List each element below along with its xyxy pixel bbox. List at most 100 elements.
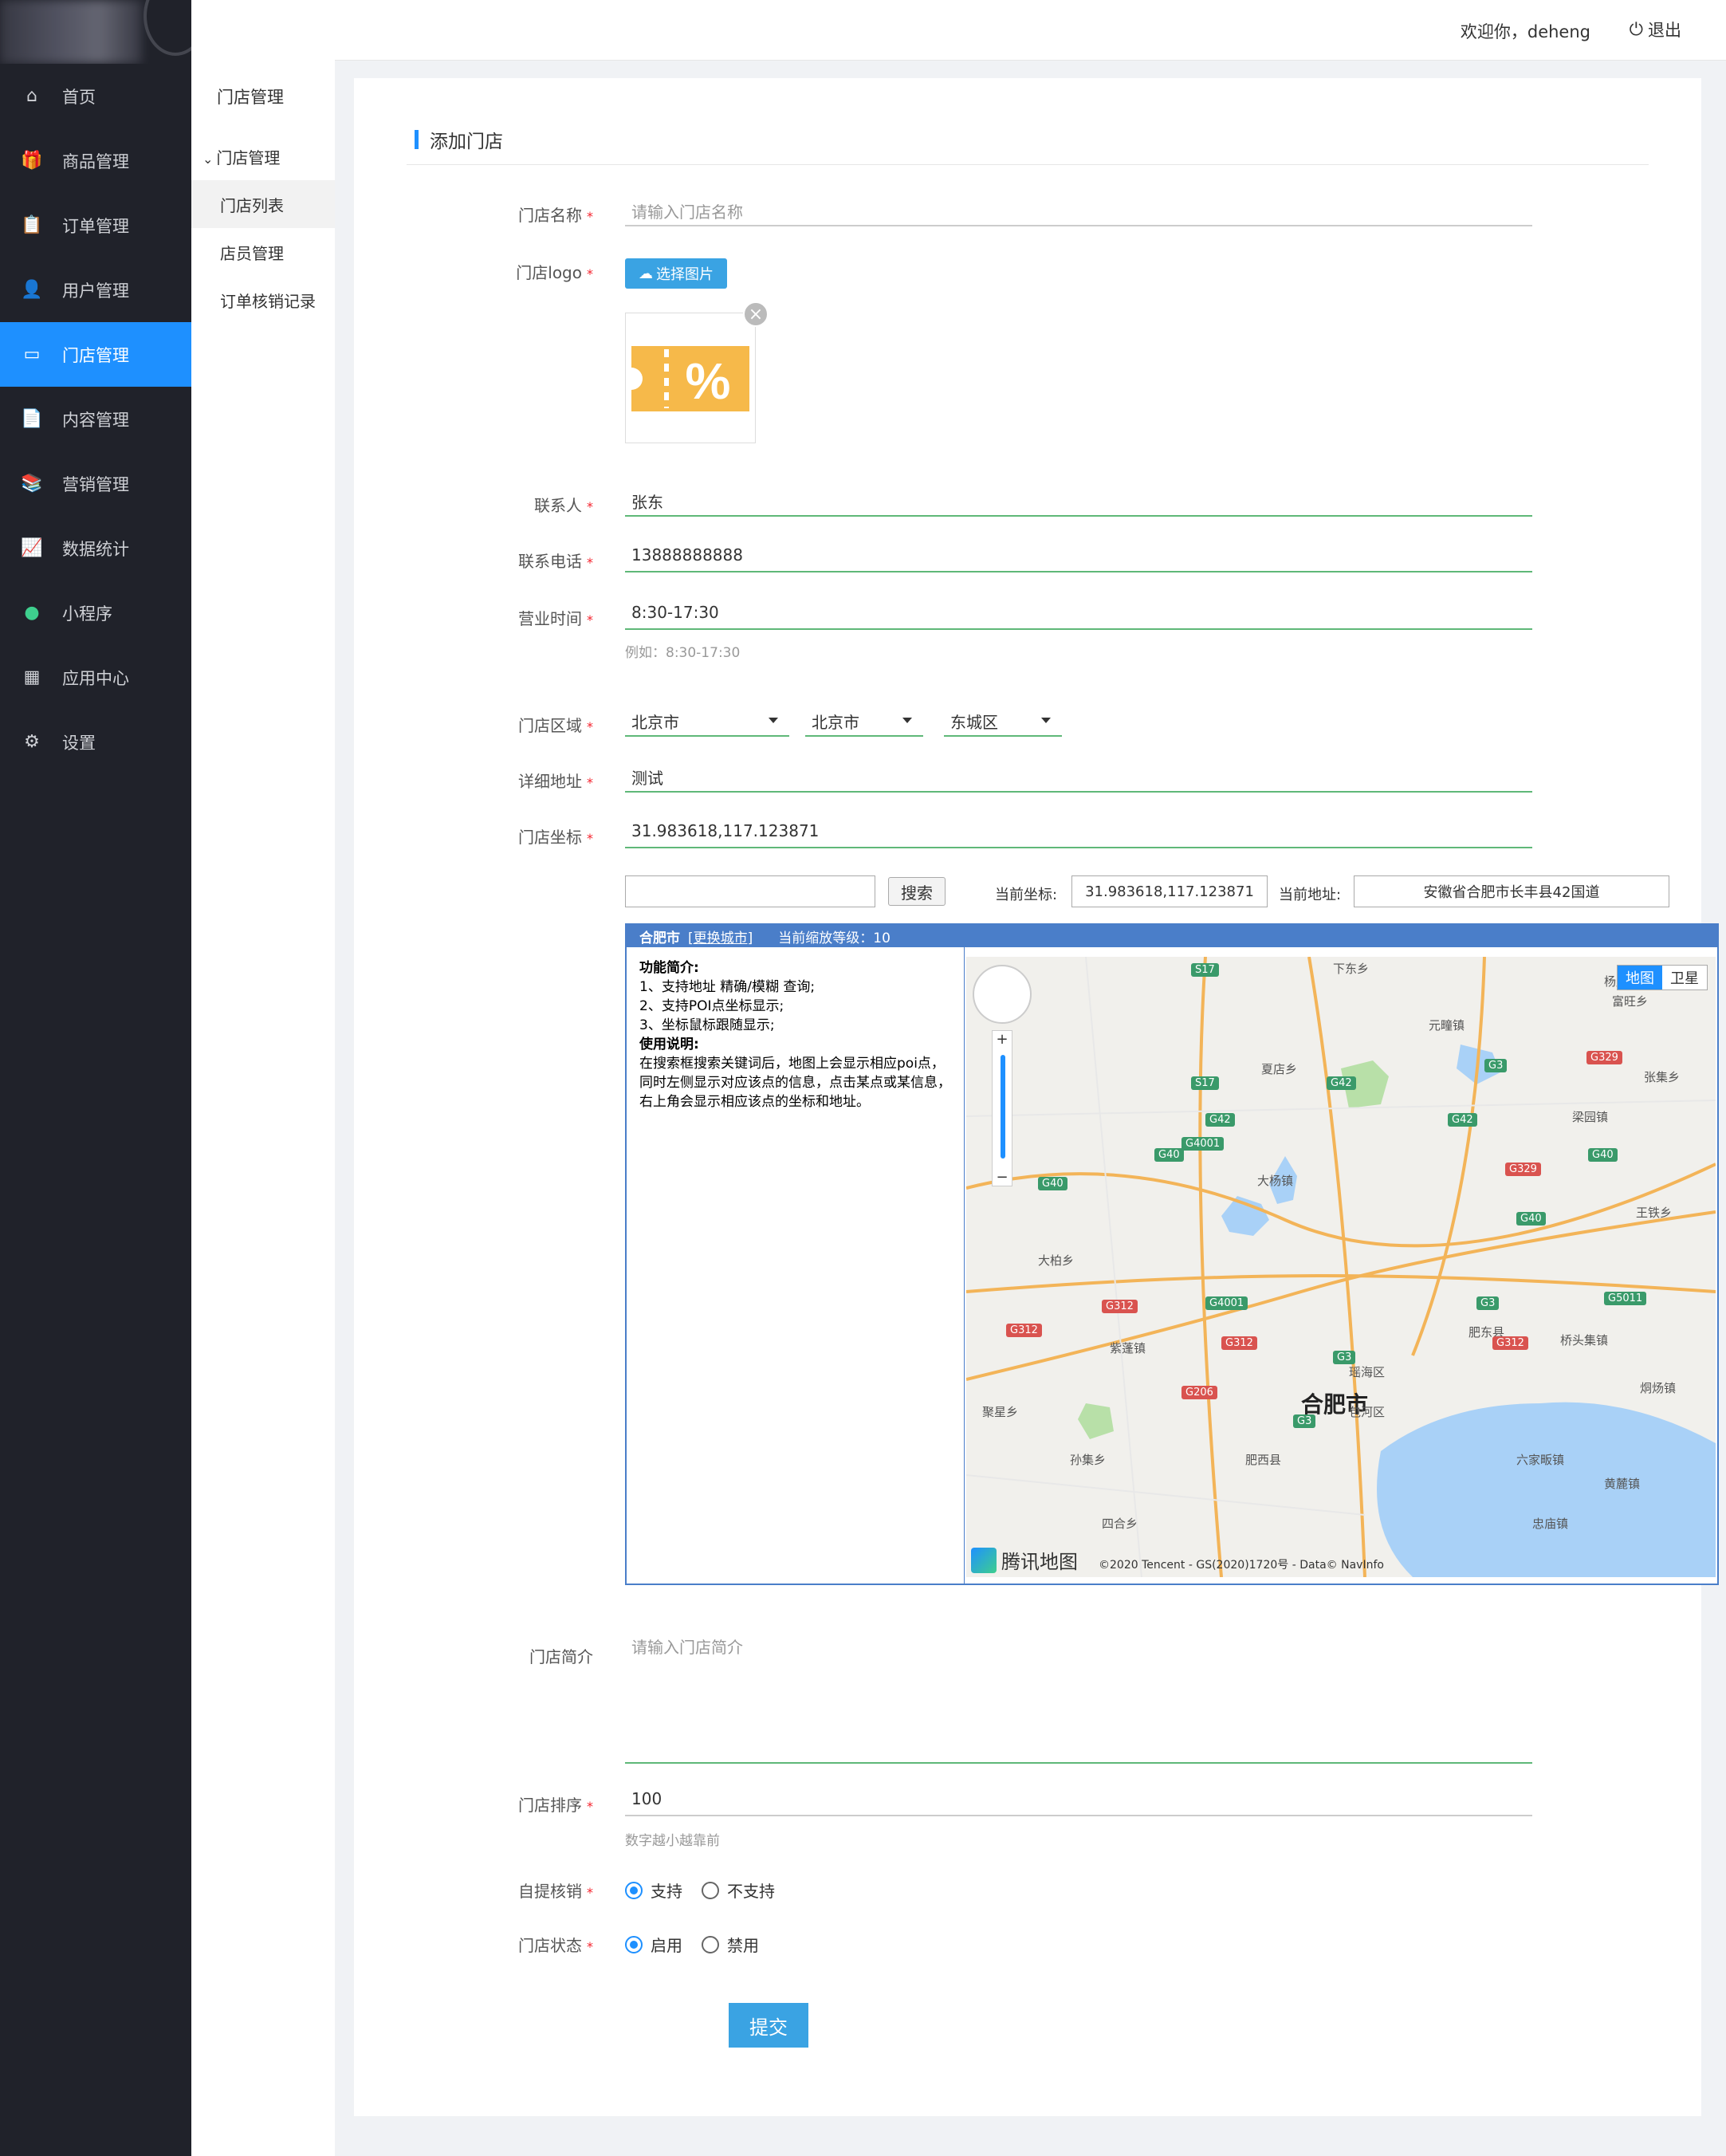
sidebar-item-label: 订单管理 — [62, 216, 129, 236]
choose-image-button[interactable]: ☁ 选择图片 — [625, 258, 727, 289]
road-shield: G206 — [1181, 1386, 1217, 1399]
map-canvas[interactable]: 合肥市瑶海区包河区肥东县肥西县下东乡杨店乡元疃镇富旺乡夏店乡张集乡梁园镇大杨镇王… — [965, 956, 1716, 1578]
sort-input[interactable]: 100 — [625, 1781, 1532, 1816]
current-address-box[interactable]: 安徽省合肥市长丰县42国道 — [1354, 875, 1669, 907]
region-label: 门店区域 * — [518, 716, 593, 735]
coord-input[interactable]: 31.983618,117.123871 — [625, 813, 1532, 848]
map-search-button[interactable]: 搜索 — [888, 877, 946, 906]
caret-down-icon — [902, 718, 912, 723]
district-select[interactable]: 东城区 — [944, 702, 1062, 737]
road-shield: G40 — [1154, 1148, 1184, 1162]
map-pan-control[interactable] — [973, 965, 1032, 1024]
welcome-text: 欢迎你，deheng — [1460, 22, 1590, 41]
map-type-toggle[interactable]: 地图 卫星 — [1617, 965, 1708, 990]
submit-button[interactable]: 提交 — [729, 2003, 808, 2048]
road-shield: G40 — [1038, 1177, 1067, 1190]
sidebar-item-label: 内容管理 — [62, 410, 129, 430]
province-select[interactable]: 北京市 — [625, 702, 789, 737]
top-bar: ☰ ↻ 欢迎你，deheng ⏻ 退出 — [191, 0, 1726, 61]
contact-input[interactable]: 张东 — [625, 482, 1532, 517]
cloud-upload-icon: ☁ — [639, 265, 653, 282]
road-shield: S17 — [1191, 963, 1219, 977]
sidebar-item-label: 小程序 — [62, 604, 112, 624]
map-place-label: 孙集乡 — [1070, 1453, 1107, 1467]
road-shield: G42 — [1448, 1113, 1477, 1127]
current-coord-box[interactable]: 31.983618,117.123871 — [1071, 875, 1268, 907]
radio-label: 支持 — [651, 1882, 682, 1901]
info-title: 功能简介: — [639, 960, 699, 976]
intro-textarea[interactable]: 请输入门店简介 — [625, 1625, 1532, 1764]
road-shield: G3 — [1333, 1351, 1356, 1364]
page-title-text: 添加门店 — [430, 132, 503, 152]
map-place-label: 夏店乡 — [1261, 1062, 1298, 1076]
zoom-out-icon[interactable]: − — [993, 1169, 1012, 1186]
logo-thumbnail: % — [625, 313, 756, 443]
gift-icon: 🎁 — [21, 151, 43, 171]
subnav-item[interactable]: 订单核销记录 — [191, 276, 335, 324]
sidebar-item[interactable]: ▦ 应用中心 — [0, 645, 191, 710]
map-header: 合肥市 [更换城市] 当前缩放等级：10 — [627, 925, 1717, 947]
address-input[interactable]: 测试 — [625, 757, 1532, 793]
city-select[interactable]: 北京市 — [805, 702, 923, 737]
sort-label: 门店排序 * — [518, 1796, 593, 1815]
satellite-view-button[interactable]: 卫星 — [1662, 966, 1707, 989]
logout-label: 退出 — [1648, 21, 1681, 40]
zoom-in-icon[interactable]: + — [993, 1031, 1012, 1048]
sidebar-item[interactable]: 📋 订单管理 — [0, 193, 191, 258]
map-place-label: 大杨镇 — [1257, 1174, 1294, 1188]
map-place-label: 桥头集镇 — [1560, 1333, 1609, 1348]
sidebar-item[interactable]: 📄 内容管理 — [0, 387, 191, 451]
subnav-item[interactable]: 店员管理 — [191, 228, 335, 276]
tencent-map-text: 腾讯地图 — [1001, 1551, 1078, 1573]
map-place-label: 六家畈镇 — [1516, 1453, 1565, 1467]
map-zoom-slider[interactable]: + − — [992, 1030, 1012, 1186]
subnav-item[interactable]: 门店列表 — [191, 180, 335, 228]
road-shield: G42 — [1327, 1076, 1356, 1090]
sidebar-item[interactable]: ⌂ 首页 — [0, 64, 191, 128]
map-graphic — [965, 956, 1716, 1578]
map-place-label: 大柏乡 — [1038, 1253, 1075, 1268]
sidebar: ⌂ 首页 🎁 商品管理 📋 订单管理 👤 用户管理 ▭ 门店管理 📄 内容管理 📚 营销管理 📈 数据统计 ● 小… — [0, 0, 191, 2156]
road-shield: G5011 — [1604, 1292, 1647, 1305]
pickup-support-radio[interactable]: 支持 — [625, 1879, 682, 1902]
zoom-track — [1001, 1055, 1005, 1159]
road-shield: G312 — [1102, 1300, 1138, 1313]
map-city: 合肥市 — [639, 930, 680, 946]
change-city-link[interactable]: [更换城市] — [688, 927, 753, 946]
svg-text:%: % — [686, 352, 731, 410]
sidebar-item[interactable]: ▭ 门店管理 — [0, 322, 191, 387]
choose-image-label: 选择图片 — [656, 266, 714, 283]
radio-label: 启用 — [651, 1936, 682, 1955]
current-coord-label: 当前坐标: — [995, 887, 1058, 903]
road-shield: G3 — [1293, 1414, 1316, 1428]
lake-shape — [1377, 1402, 1716, 1577]
sidebar-item[interactable]: 👤 用户管理 — [0, 258, 191, 322]
radio-checked-icon — [625, 1935, 643, 1953]
sidebar-item-label: 设置 — [62, 733, 96, 753]
pickup-unsupport-radio[interactable]: 不支持 — [702, 1879, 775, 1902]
status-enable-radio[interactable]: 启用 — [625, 1933, 682, 1956]
logout-button[interactable]: ⏻ 退出 — [1630, 18, 1681, 41]
sidebar-item[interactable]: 📚 营销管理 — [0, 451, 191, 516]
remove-image-button[interactable]: × — [743, 301, 769, 327]
avatar[interactable] — [144, 0, 191, 56]
sidebar-item[interactable]: 🎁 商品管理 — [0, 128, 191, 193]
status-disable-radio[interactable]: 禁用 — [702, 1933, 759, 1956]
map-place-label: 瑶海区 — [1349, 1365, 1386, 1379]
subnav-group[interactable]: ⌄ 门店管理 — [202, 145, 280, 168]
hours-input[interactable]: 8:30-17:30 — [625, 595, 1532, 630]
road-shield: G312 — [1492, 1336, 1528, 1350]
map-search-input[interactable] — [625, 875, 875, 907]
reservoir-shape — [1221, 1196, 1269, 1236]
phone-input[interactable]: 13888888888 — [625, 537, 1532, 572]
sidebar-item[interactable]: 📈 数据统计 — [0, 516, 191, 580]
map-view-button[interactable]: 地图 — [1618, 966, 1662, 989]
map-widget: 合肥市 [更换城市] 当前缩放等级：10 功能简介: 1、支持地址 精确/模糊 … — [625, 923, 1719, 1585]
info-line: 1、支持地址 精确/模糊 查询; — [639, 979, 816, 995]
map-place-label: 富旺乡 — [1612, 994, 1649, 1009]
gear-icon: ⚙ — [24, 732, 40, 752]
sidebar-item[interactable]: ⚙ 设置 — [0, 710, 191, 774]
sidebar-item[interactable]: ● 小程序 — [0, 580, 191, 645]
store-name-input[interactable]: 请输入门店名称 — [625, 191, 1532, 226]
sidebar-avatar-area — [0, 0, 191, 64]
